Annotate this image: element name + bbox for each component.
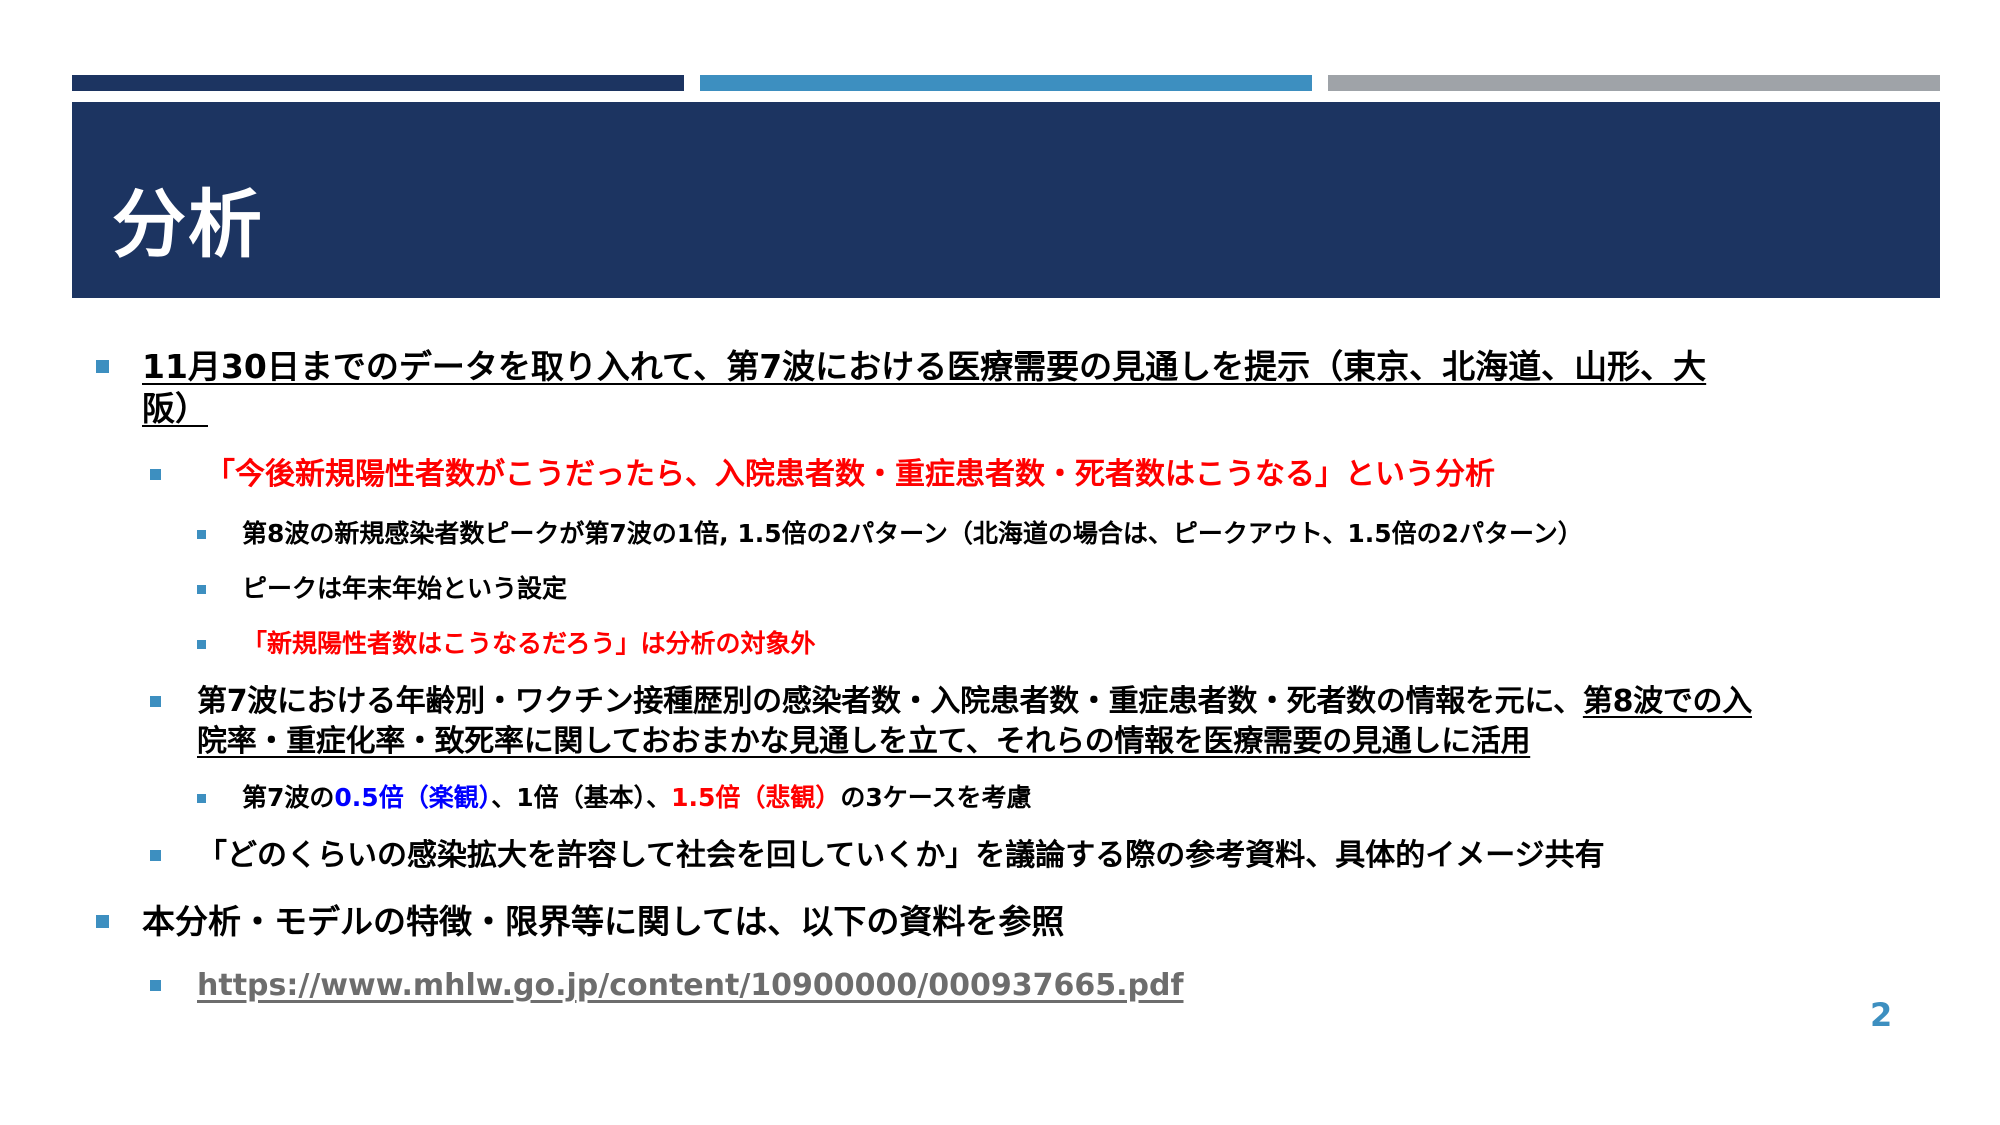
bullet-item-three-cases: 第7波の0.5倍（楽観）、1倍（基本）、1.5倍（悲観）の3ケースを考慮: [197, 782, 1922, 814]
bullet-marker: [150, 850, 161, 861]
bullet-marker: [96, 360, 109, 373]
bullet-text: 「新規陽性者数はこうなるだろう」は分析の対象外: [242, 629, 816, 658]
bullet-marker: [197, 640, 206, 649]
bullet-text-cont: 阪）: [142, 389, 208, 428]
bullet-text: 本分析・モデルの特徴・限界等に関しては、以下の資料を参照: [142, 902, 1065, 941]
bullet-text: 第8波の新規感染者数ピークが第7波の1倍, 1.5倍の2パターン（北海道の場合は…: [242, 519, 1583, 548]
optimistic-case: 0.5倍（楽観）: [334, 783, 492, 812]
bullet-marker: [197, 794, 206, 803]
reference-link[interactable]: https://www.mhlw.go.jp/content/10900000/…: [197, 968, 1184, 1003]
bullet-item-model-limitations: 本分析・モデルの特徴・限界等に関しては、以下の資料を参照: [96, 901, 1922, 943]
bullet-text: 「今後新規陽性者数がこうだったら、入院患者数・重症患者数・死者数はこうなる」とい…: [205, 457, 1495, 492]
page-title: 分析: [112, 182, 264, 268]
title-band: 分析: [72, 102, 1940, 298]
bullet-item-peak-patterns: 第8波の新規感染者数ピークが第7波の1倍, 1.5倍の2パターン（北海道の場合は…: [197, 518, 1922, 550]
bullet-text-part5: の3ケースを考慮: [840, 783, 1032, 812]
bullet-text: ピークは年末年始という設定: [242, 574, 568, 603]
bullet-item-peak-timing: ピークは年末年始という設定: [197, 573, 1922, 605]
bullet-item-out-of-scope: 「新規陽性者数はこうなるだろう」は分析の対象外: [197, 628, 1922, 660]
bullet-marker: [197, 530, 206, 539]
bullet-item-reference-link: https://www.mhlw.go.jp/content/10900000/…: [150, 966, 1897, 1006]
header-bar-blue: [700, 75, 1312, 91]
pessimistic-case: 1.5倍（悲観）: [671, 783, 841, 812]
bullet-text-cont: 院率・重症化率・致死率に関しておおまかな見通しを立て、それらの情報を医療需要の見…: [197, 724, 1531, 759]
bullet-text-a: 第7波における年齢別・ワクチン接種歴別の感染者数・入院患者数・重症患者数・死者数…: [197, 684, 1583, 719]
header-bar-navy: [72, 75, 684, 91]
bullet-item-analysis-scope: 「今後新規陽性者数がこうだったら、入院患者数・重症患者数・死者数はこうなる」とい…: [150, 455, 1905, 495]
bullet-text-part3: 、1倍（基本）、: [491, 783, 672, 812]
bullet-text: 11月30日までのデータを取り入れて、第7波における医療需要の見通しを提示（東京…: [142, 347, 1707, 386]
bullet-marker: [96, 915, 109, 928]
bullet-marker: [150, 980, 161, 991]
bullet-marker: [150, 469, 161, 480]
bullet-text-part1: 第7波の: [242, 783, 335, 812]
bullet-marker: [197, 585, 206, 594]
header-bar-gray: [1328, 75, 1940, 91]
bullet-item-discussion-reference: 「どのくらいの感染拡大を許容して社会を回していくか」を議論する際の参考資料、具体…: [150, 836, 1937, 876]
bullet-item-rate-estimates: 第7波における年齢別・ワクチン接種歴別の感染者数・入院患者数・重症患者数・死者数…: [150, 682, 1957, 762]
bullet-text: 「どのくらいの感染拡大を許容して社会を回していくか」を議論する際の参考資料、具体…: [197, 838, 1605, 873]
page-number: 2: [1870, 996, 1893, 1034]
bullet-text-b: 第8波での入: [1582, 684, 1752, 719]
bullet-marker: [150, 696, 161, 707]
bullet-item-data-period: 11月30日までのデータを取り入れて、第7波における医療需要の見通しを提示（東京…: [96, 346, 1922, 430]
